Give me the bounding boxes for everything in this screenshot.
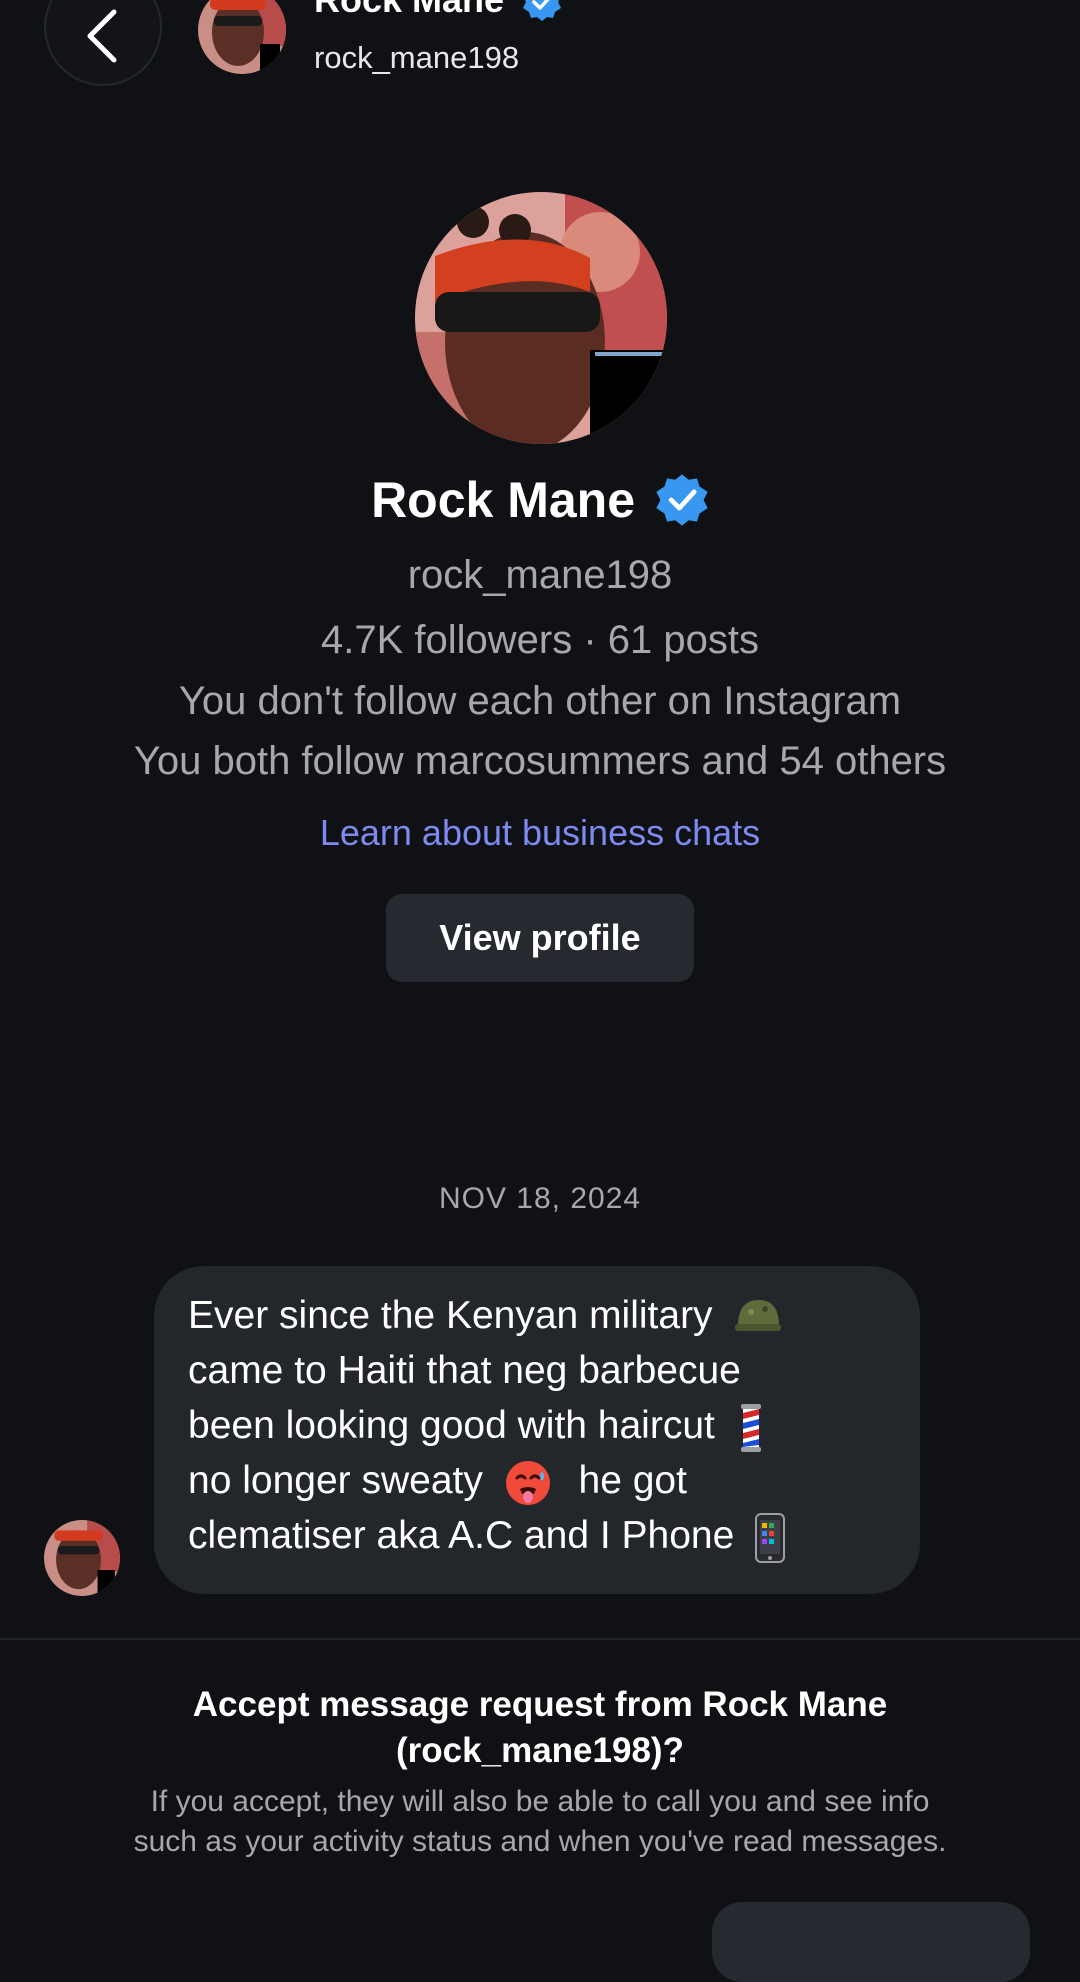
follow-status: You don't follow each other on Instagram [178, 679, 902, 723]
mobile-phone-icon [755, 1512, 786, 1563]
view-profile-button[interactable]: View profile [386, 894, 694, 982]
hot-face-icon [505, 1460, 550, 1505]
mutual-followers: You both follow marcosummers and 54 othe… [133, 739, 947, 783]
verified-badge-icon [523, 0, 562, 22]
barber-pole-icon [740, 1403, 761, 1452]
back-button[interactable] [44, 0, 162, 86]
verified-badge-icon [656, 474, 708, 526]
chevron-left-icon [87, 9, 117, 63]
learn-business-chats-link[interactable]: Learn about business chats [0, 808, 1080, 858]
header-avatar[interactable] [198, 0, 286, 74]
header-handle: rock_mane198 [314, 40, 520, 75]
message-bubble[interactable]: Ever since the Kenyan military came to H… [154, 1266, 920, 1594]
request-description: If you accept, they will also be able to… [133, 1785, 947, 1858]
message-line: clematiser aka A.C and I Phone [188, 1508, 886, 1563]
chat-header: Rock Mane rock_mane198 [0, 0, 1080, 110]
profile-stats: 4.7K followers · 61 posts [321, 618, 759, 662]
profile-avatar[interactable] [415, 192, 667, 444]
message-line: came to Haiti that neg barbecue [188, 1349, 741, 1392]
divider [0, 1638, 1080, 1640]
message-line: no longer sweaty he got [188, 1453, 886, 1508]
military-helmet-icon [735, 1299, 782, 1331]
request-title: Accept message request from Rock Mane (r… [192, 1685, 888, 1770]
message-date: NOV 18, 2024 [438, 1182, 642, 1215]
request-action-button[interactable] [712, 1902, 1030, 1982]
profile-name: Rock Mane [0, 470, 1080, 531]
header-name[interactable]: Rock Mane [314, 0, 562, 22]
profile-handle: rock_mane198 [407, 553, 673, 597]
message-line: been looking good with haircut [188, 1398, 886, 1453]
message-line: Ever since the Kenyan military [188, 1288, 886, 1343]
sender-avatar[interactable] [44, 1520, 120, 1596]
